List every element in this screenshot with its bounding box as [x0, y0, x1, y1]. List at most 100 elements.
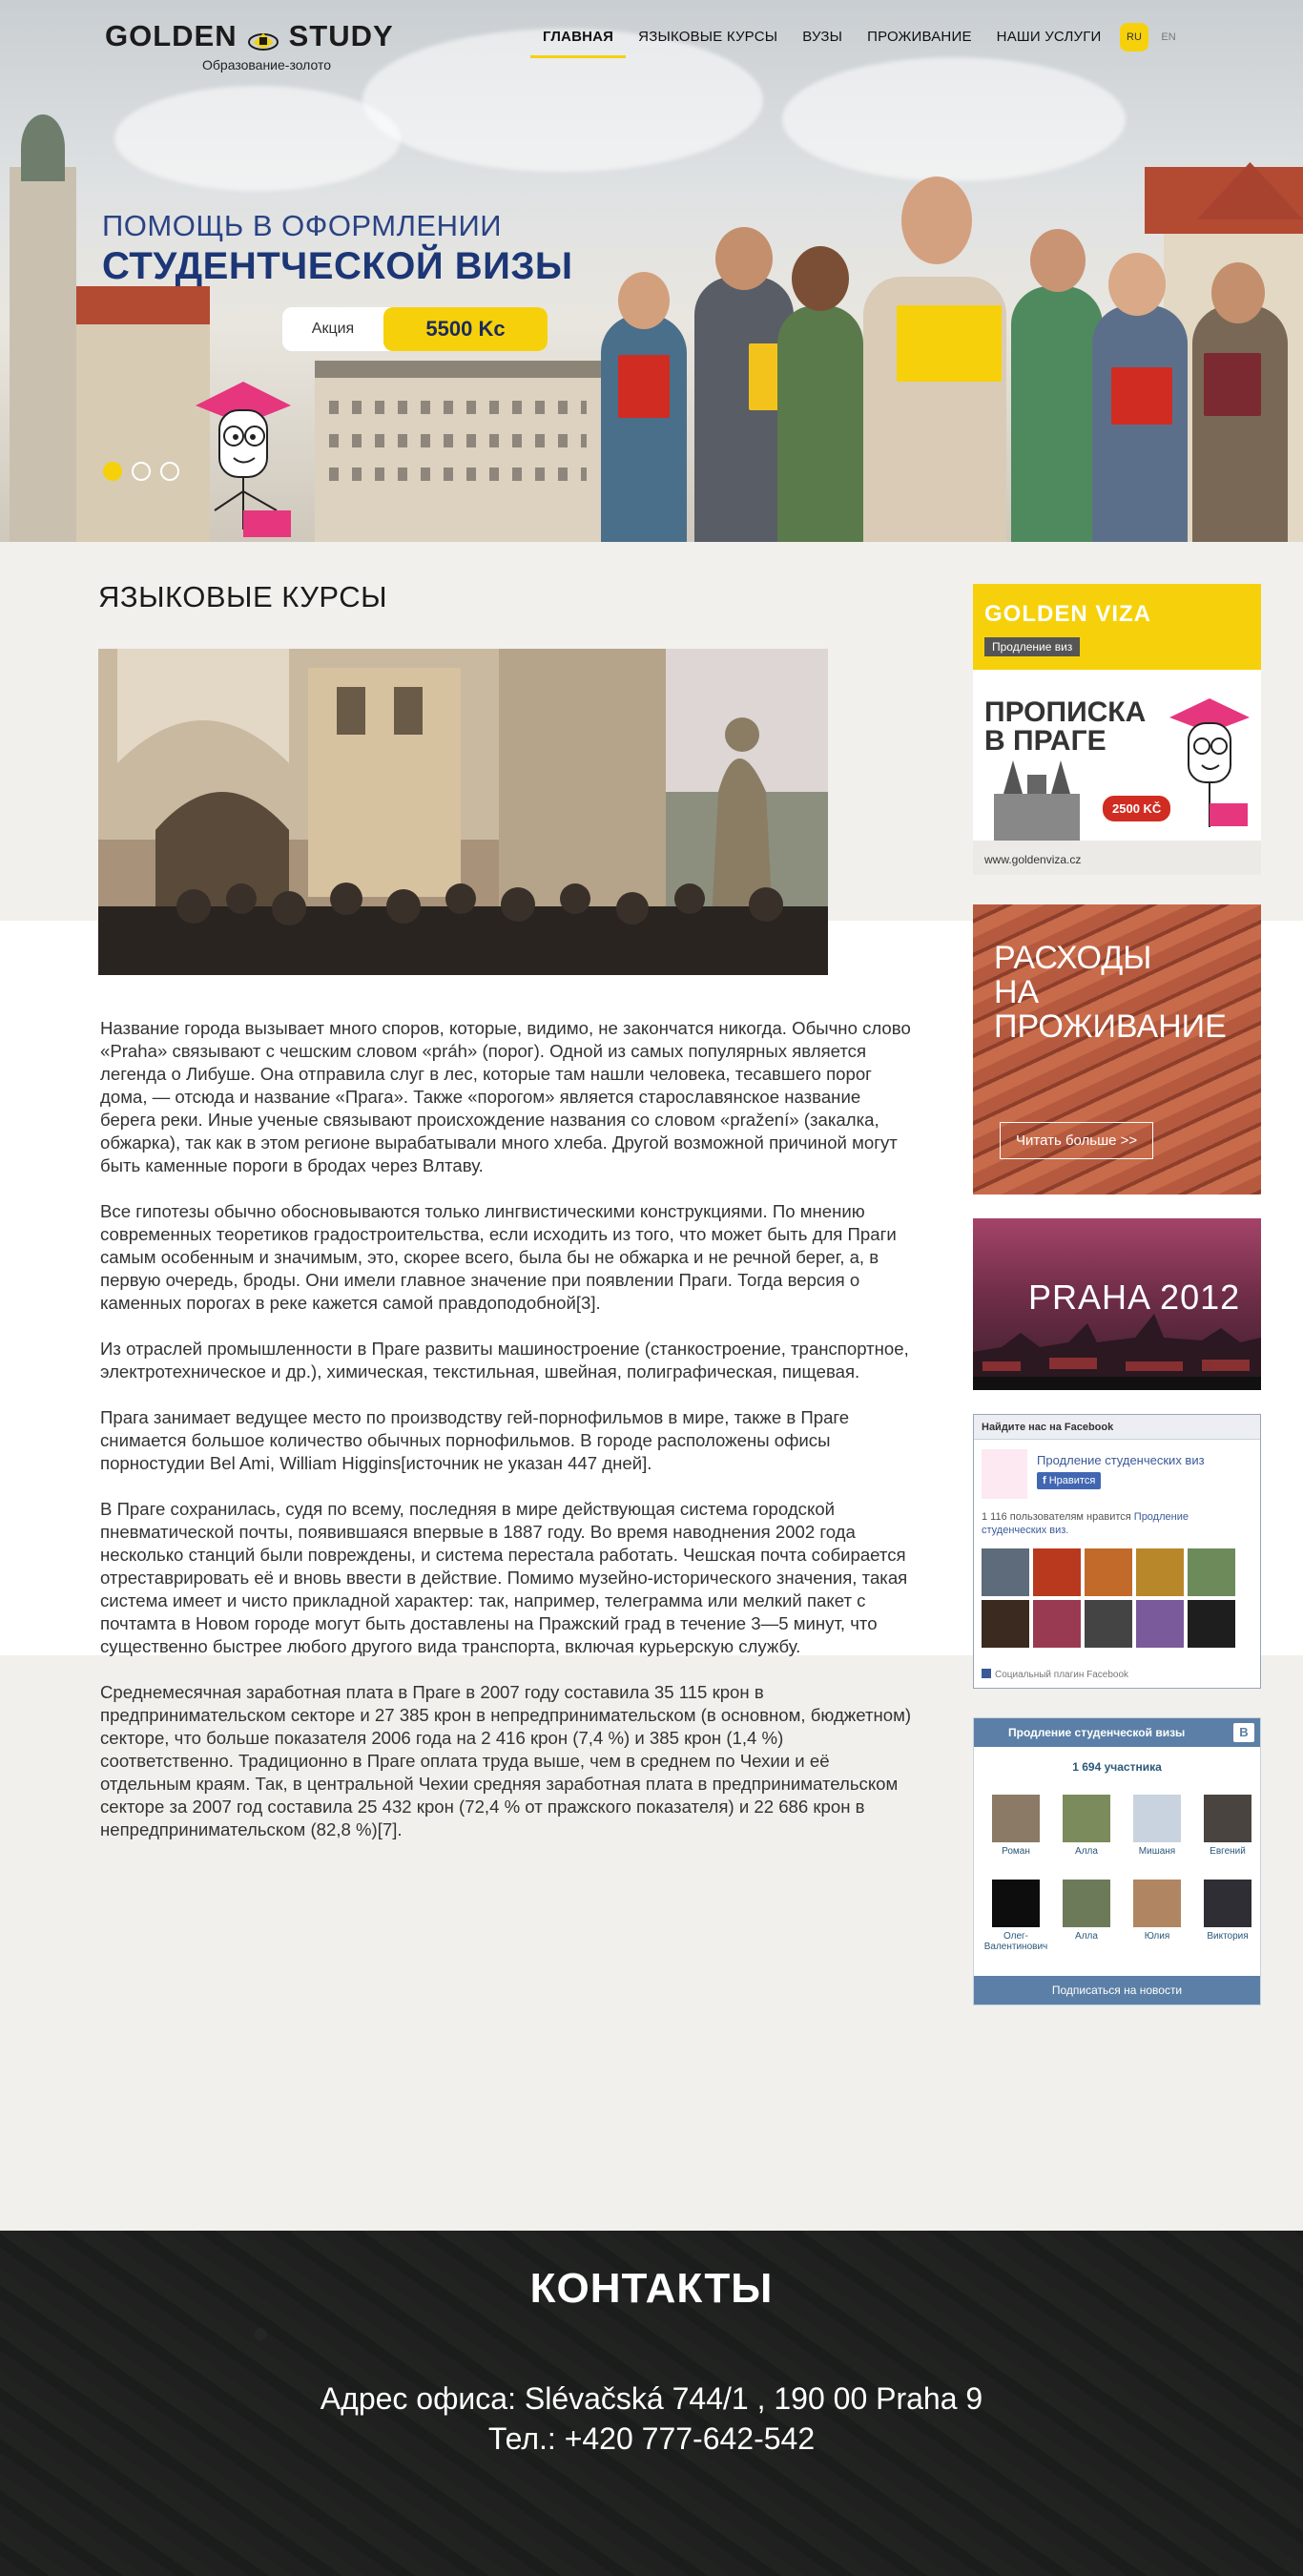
vk-member-avatar [1133, 1795, 1181, 1842]
facebook-plugin-label: Социальный плагин Facebook [995, 1670, 1129, 1680]
vk-member-avatar [1063, 1795, 1110, 1842]
golden-viza-banner[interactable]: GOLDEN VIZA Продление виз ПРОПИСКА В ПРА… [973, 584, 1261, 875]
viza-headline-line1: ПРОПИСКА [984, 696, 1147, 728]
vk-member[interactable]: Юлия [1123, 1880, 1191, 1952]
facebook-fan-avatar[interactable] [982, 1600, 1029, 1648]
hero-title-line1: ПОМОЩЬ В ОФОРМЛЕНИИ [102, 209, 503, 242]
logo-bird-icon [247, 26, 279, 51]
facebook-fan-avatar[interactable] [1188, 1548, 1235, 1596]
facebook-likes-count: 1 116 пользователям нравится Продление с… [982, 1510, 1253, 1537]
logo-right: STUDY [288, 19, 394, 52]
facebook-fan-avatar[interactable] [1188, 1600, 1235, 1648]
facebook-fan-avatar[interactable] [1085, 1548, 1132, 1596]
vk-header-title[interactable]: Продление студенческой визы [1008, 1726, 1185, 1739]
video-player[interactable]: PRAHA 2012 [973, 1218, 1261, 1390]
slider-dot[interactable] [132, 462, 151, 481]
facebook-fan-avatar[interactable] [1033, 1600, 1081, 1648]
church-tower [10, 167, 76, 542]
student-head [715, 227, 773, 290]
vk-member-avatar [1063, 1880, 1110, 1927]
windows [329, 467, 587, 481]
book [897, 305, 1002, 382]
vk-member[interactable]: Роман [982, 1795, 1050, 1857]
facebook-fan-avatar[interactable] [1085, 1600, 1132, 1648]
facebook-like-button[interactable]: f Нравится [1037, 1472, 1102, 1489]
lang-ru-button[interactable]: RU [1120, 23, 1148, 52]
vk-member[interactable]: Евгений [1193, 1795, 1260, 1857]
student [1011, 286, 1103, 542]
facebook-page-avatar[interactable] [982, 1449, 1027, 1499]
article-paragraph: Из отраслей промышленности в Праге разви… [100, 1339, 909, 1381]
vk-member-name: Роман [1002, 1846, 1030, 1857]
logo-tagline: Образование-золото [202, 57, 332, 73]
slider-dots [103, 462, 179, 481]
student [601, 315, 687, 542]
vk-member[interactable]: Алла [1052, 1880, 1121, 1952]
article-paragraph: В Праге сохранилась, судя по всему, посл… [100, 1499, 908, 1656]
slider-dot[interactable] [160, 462, 179, 481]
nav-item-accommodation[interactable]: Проживание [855, 27, 984, 58]
office-phone[interactable]: Тел.: +420 777-642-542 [0, 2421, 1303, 2457]
slider-dot[interactable] [103, 462, 122, 481]
vk-member-count: 1 694 участника [1072, 1760, 1162, 1774]
vk-member-name: Алла [1075, 1846, 1098, 1857]
main-nav: Главная Языковые курсы ВУЗы Проживание Н… [530, 27, 1114, 58]
student-head [901, 177, 972, 264]
student-head [618, 272, 670, 329]
mascot-graduate-icon [1169, 698, 1250, 827]
book [1111, 367, 1172, 425]
building [315, 372, 601, 542]
vk-member[interactable]: Алла [1052, 1795, 1121, 1857]
contacts-title: КОНТАКТЫ [529, 2265, 774, 2312]
video-controls[interactable] [973, 1377, 1261, 1390]
facebook-fan-avatar[interactable] [1136, 1548, 1184, 1596]
nav-item-services[interactable]: Наши услуги [984, 27, 1114, 58]
vk-header: Продление студенческой визы В [974, 1718, 1260, 1747]
facebook-fan-avatar[interactable] [982, 1548, 1029, 1596]
nav-item-universities[interactable]: ВУЗы [790, 27, 855, 58]
promo-badge[interactable]: Акция 5500 Kc [282, 307, 548, 351]
windows [329, 401, 587, 414]
facebook-header: Найдите нас на Facebook [974, 1415, 1260, 1440]
vk-member-avatar [1204, 1880, 1251, 1927]
office-address: Адрес офиса: Slévačská 744/1 , 190 00 Pr… [320, 2381, 983, 2416]
facebook-fans-grid [982, 1548, 1235, 1648]
viza-banner-header: GOLDEN VIZA Продление виз [973, 584, 1261, 670]
article-photo [98, 649, 828, 975]
mascot-graduate [196, 382, 291, 537]
vk-icon: В [1233, 1723, 1254, 1742]
logo-wordmark: GOLDEN STUDY [105, 19, 420, 53]
student-head [792, 246, 849, 311]
vk-member[interactable]: Виктория [1193, 1880, 1260, 1952]
article-paragraph: Название города вызывает много споров, к… [100, 1018, 911, 1175]
student-head [1211, 262, 1265, 323]
contacts-footer: КОНТАКТЫ Адрес офиса: Slévačská 744/1 , … [0, 2231, 1303, 2576]
lang-en-button[interactable]: EN [1154, 23, 1183, 52]
facebook-page-link[interactable]: Продление студенческих виз [1037, 1453, 1205, 1467]
roof [315, 361, 601, 378]
living-costs-title-line2: НА [994, 974, 1040, 1010]
roof [76, 286, 210, 324]
nav-item-home[interactable]: Главная [530, 27, 627, 58]
promo-label: Акция [311, 321, 355, 337]
vk-member-name: Евгений [1210, 1846, 1246, 1857]
vk-member-avatar [992, 1795, 1040, 1842]
living-costs-banner[interactable]: РАСХОДЫ НА ПРОЖИВАНИЕ Читать больше >> [973, 904, 1261, 1195]
read-more-button[interactable]: Читать больше >> [1000, 1122, 1154, 1159]
viza-brand: GOLDEN VIZA [984, 601, 1152, 627]
article-paragraph: Среднемесячная заработная плата в Праге … [100, 1682, 912, 1839]
vk-subscribe-button[interactable]: Подписаться на новости [974, 1976, 1260, 2005]
facebook-fan-avatar[interactable] [1136, 1600, 1184, 1648]
living-costs-title-line1: РАСХОДЫ [994, 940, 1152, 976]
language-switcher: RU EN [1120, 23, 1183, 52]
site-logo[interactable]: GOLDEN STUDY Образование-золото [105, 19, 420, 86]
facebook-widget: Найдите нас на Facebook Продление студен… [973, 1414, 1261, 1689]
book [618, 355, 670, 418]
nav-item-language-courses[interactable]: Языковые курсы [626, 27, 790, 58]
facebook-fan-avatar[interactable] [1033, 1548, 1081, 1596]
facebook-likes-text: 1 116 пользователям нравится [982, 1511, 1131, 1523]
vk-member[interactable]: Мишаня [1123, 1795, 1191, 1857]
student [1192, 305, 1288, 542]
facebook-icon [982, 1669, 991, 1678]
vk-member[interactable]: Олег-Валентинович [982, 1880, 1050, 1952]
